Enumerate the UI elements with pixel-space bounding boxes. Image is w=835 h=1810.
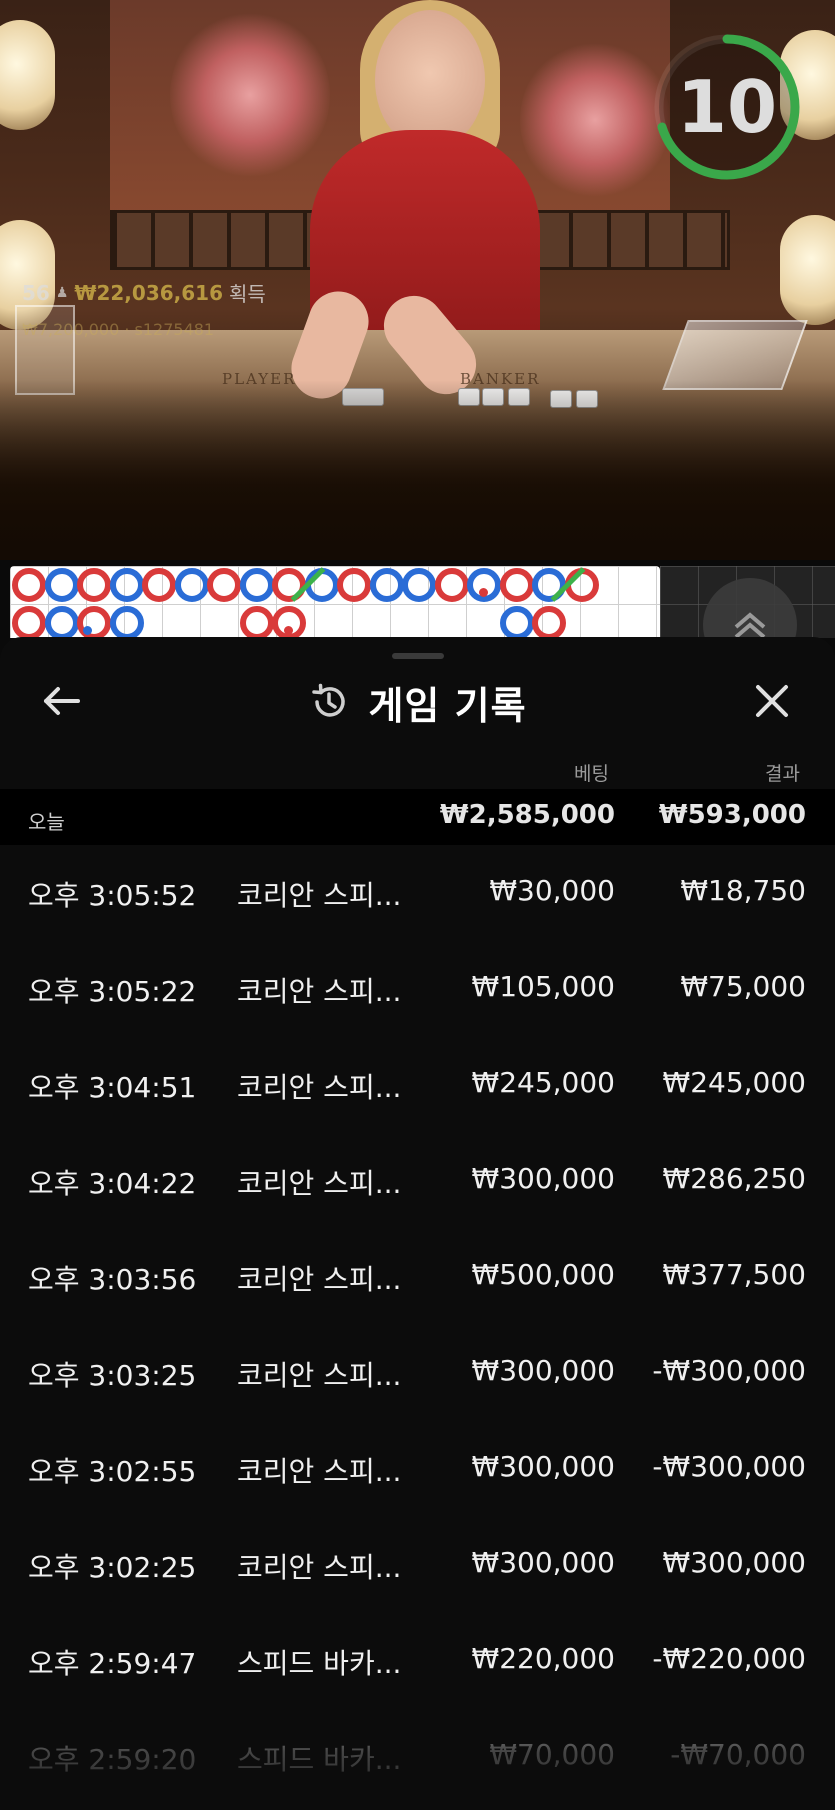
row-result-amount: ₩75,000 — [680, 970, 806, 1003]
row-game-name: 코리안 스피... — [237, 1455, 402, 1488]
player-bead — [369, 568, 404, 602]
countdown-timer: 10 — [652, 32, 802, 182]
dealer-face — [375, 10, 485, 150]
banker-bead — [12, 568, 46, 602]
banker-bead — [532, 606, 566, 640]
row-time: 오후 3:03:25 — [28, 1359, 197, 1392]
game-history-sheet: 게임 기록 베팅 결과 오늘 ₩2,585,000 ₩593,000 오후 3:… — [0, 637, 835, 1810]
row-game-name: 코리안 스피... — [237, 1167, 402, 1200]
row-game-name: 코리안 스피... — [237, 975, 402, 1008]
player-bead — [109, 606, 144, 640]
video-shade — [0, 380, 835, 560]
winnings-label: 획득 — [229, 282, 266, 306]
history-row[interactable]: 오후 3:04:51 코리안 스피... ₩245,000 ₩245,000 — [0, 1037, 835, 1133]
banker-bead — [239, 606, 274, 640]
row-time: 오후 3:04:22 — [28, 1167, 197, 1200]
banker-bead — [12, 606, 46, 640]
row-time: 오후 3:05:22 — [28, 975, 197, 1008]
players-info: 56 ♟ ₩22,036,616 획득 — [22, 278, 266, 307]
row-result-amount: -₩300,000 — [652, 1450, 806, 1483]
row-game-name: 코리안 스피... — [237, 1551, 402, 1584]
row-time: 오후 3:04:51 — [28, 1071, 197, 1104]
row-result-amount: ₩300,000 — [662, 1546, 806, 1579]
today-total-bet: ₩2,585,000 — [439, 800, 615, 830]
row-game-name: 코리안 스피... — [237, 1263, 402, 1296]
today-label: 오늘 — [28, 810, 65, 834]
close-icon — [756, 685, 788, 717]
player-bead — [44, 606, 79, 640]
row-result-amount: ₩245,000 — [662, 1066, 806, 1099]
row-time: 오후 2:59:47 — [28, 1647, 197, 1680]
banker-bead — [77, 606, 111, 640]
history-list: 오후 3:05:52 코리안 스피... ₩30,000 ₩18,750 오후 3:05… — [0, 845, 835, 1805]
row-time: 오후 3:02:25 — [28, 1551, 197, 1584]
row-result-amount: ₩377,500 — [662, 1258, 806, 1291]
row-result-amount: ₩18,750 — [680, 874, 806, 907]
history-row[interactable]: 오후 3:02:25 코리안 스피... ₩300,000 ₩300,000 — [0, 1517, 835, 1613]
history-row[interactable]: 오후 3:02:55 코리안 스피... ₩300,000 -₩300,000 — [0, 1421, 835, 1517]
banker-bead — [272, 568, 306, 602]
person-icon: ♟ — [55, 284, 69, 301]
banker-bead — [337, 568, 371, 602]
list-fade-overlay — [0, 1692, 835, 1810]
history-row[interactable]: 오후 3:05:52 코리안 스피... ₩30,000 ₩18,750 — [0, 845, 835, 941]
history-row[interactable]: 오후 3:03:25 코리안 스피... ₩300,000 -₩300,000 — [0, 1325, 835, 1421]
column-header-result: 결과 — [765, 763, 800, 785]
row-bet-amount: ₩300,000 — [471, 1546, 615, 1579]
page-title: 게임 기록 — [368, 683, 527, 728]
row-bet-amount: ₩500,000 — [471, 1258, 615, 1291]
banker-bead — [142, 568, 176, 602]
row-bet-amount: ₩300,000 — [471, 1354, 615, 1387]
live-video-stream: PLAYER BANKER 56 ♟ ₩22,036,616 획득 ₩7,200… — [0, 0, 835, 560]
row-bet-amount: ₩300,000 — [471, 1162, 615, 1195]
total-winnings: ₩22,036,616 — [74, 280, 223, 305]
banker-bead — [499, 568, 534, 602]
row-result-amount: -₩300,000 — [652, 1354, 806, 1387]
row-game-name: 스피드 바카... — [237, 1647, 402, 1680]
row-game-name: 코리안 스피... — [237, 879, 402, 912]
history-row[interactable]: 오후 3:03:56 코리안 스피... ₩500,000 ₩377,500 — [0, 1229, 835, 1325]
history-icon — [312, 683, 346, 717]
row-time: 오후 3:05:52 — [28, 879, 197, 912]
banker-bead — [207, 568, 241, 602]
today-total-result: ₩593,000 — [658, 800, 806, 830]
lantern-right-bottom — [780, 215, 835, 325]
player-bead — [174, 568, 209, 602]
row-bet-amount: ₩30,000 — [489, 874, 615, 907]
player-bead — [44, 568, 79, 602]
pair-dot — [82, 626, 92, 635]
row-result-amount: ₩286,250 — [662, 1162, 806, 1195]
table-limits: ₩7,200,000 · s1275481 — [22, 320, 215, 339]
row-bet-amount: ₩300,000 — [471, 1450, 615, 1483]
blossom-left — [170, 10, 330, 180]
bead-road[interactable] — [10, 566, 660, 640]
today-summary-row: 오늘 ₩2,585,000 ₩593,000 — [0, 789, 835, 845]
column-header-bet: 베팅 — [574, 763, 609, 785]
row-bet-amount: ₩245,000 — [471, 1066, 615, 1099]
banker-bead — [434, 568, 469, 602]
player-bead — [109, 568, 144, 602]
lantern-left-top — [0, 20, 55, 130]
timer-seconds: 10 — [676, 65, 778, 149]
player-bead — [239, 568, 274, 602]
banker-bead — [77, 568, 111, 602]
row-time: 오후 3:02:55 — [28, 1455, 197, 1488]
row-bet-amount: ₩105,000 — [471, 970, 615, 1003]
row-result-amount: -₩220,000 — [652, 1642, 806, 1675]
row-game-name: 코리안 스피... — [237, 1359, 402, 1392]
history-row[interactable]: 오후 3:05:22 코리안 스피... ₩105,000 ₩75,000 — [0, 941, 835, 1037]
close-button[interactable] — [750, 679, 794, 723]
sheet-header: 게임 기록 — [0, 637, 835, 757]
player-bead — [499, 606, 534, 640]
player-bead — [532, 568, 566, 602]
blossom-right — [520, 40, 670, 200]
row-time: 오후 3:03:56 — [28, 1263, 197, 1296]
player-bead — [402, 568, 436, 602]
row-bet-amount: ₩220,000 — [471, 1642, 615, 1675]
history-row[interactable]: 오후 3:04:22 코리안 스피... ₩300,000 ₩286,250 — [0, 1133, 835, 1229]
players-count: 56 — [22, 280, 50, 305]
row-game-name: 코리안 스피... — [237, 1071, 402, 1104]
sheet-title-group: 게임 기록 — [0, 677, 835, 728]
